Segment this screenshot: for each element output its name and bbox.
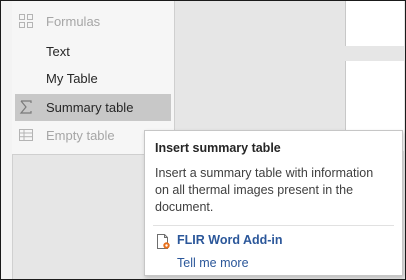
- document-page-top: [346, 0, 404, 46]
- menu-item-label: Summary table: [46, 100, 134, 115]
- tell-me-more-link[interactable]: Tell me more: [177, 256, 249, 270]
- menu-item-summary-table[interactable]: Summary table: [15, 94, 171, 121]
- menu-item-label: Text: [46, 44, 70, 59]
- screentip-divider: [153, 225, 394, 226]
- screentip-title: Insert summary table: [155, 141, 281, 155]
- screentip: Insert summary table Insert a summary ta…: [144, 130, 403, 276]
- menu-item-my-table[interactable]: My Table: [12, 65, 174, 92]
- formula-grid-icon: [19, 14, 33, 28]
- menu-item-formulas[interactable]: Formulas: [12, 8, 174, 35]
- menu-item-label: Formulas: [46, 14, 101, 29]
- menu-item-label: Empty table: [46, 128, 115, 143]
- table-grid-icon: [19, 129, 33, 141]
- addin-name: FLIR Word Add-in: [177, 233, 283, 247]
- document-gear-icon: [157, 234, 170, 249]
- sigma-icon: [19, 100, 32, 114]
- menu-item-label: My Table: [46, 71, 98, 86]
- screentip-description: Insert a summary table with information …: [155, 166, 374, 214]
- menu-item-text[interactable]: Text: [12, 38, 174, 65]
